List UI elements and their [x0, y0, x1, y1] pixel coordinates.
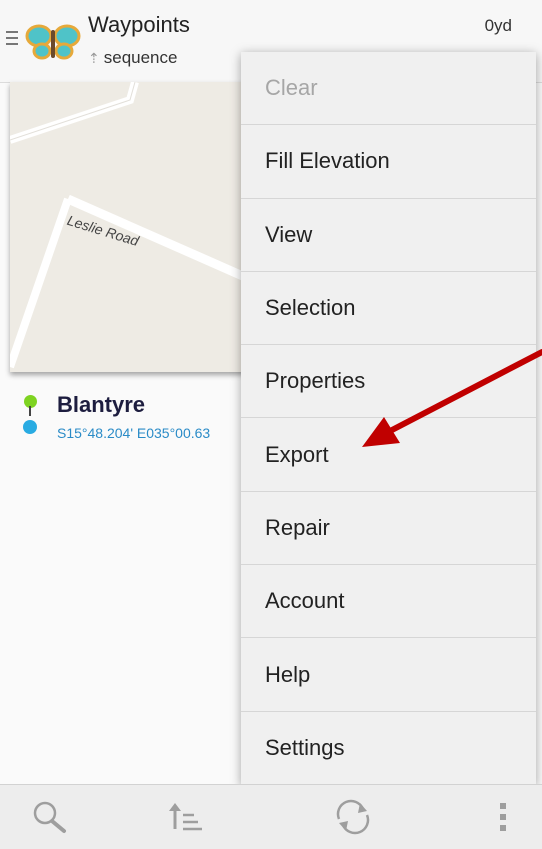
menu-item-help[interactable]: Help	[241, 638, 536, 712]
subtitle[interactable]: ⇡ sequence	[88, 48, 177, 68]
waypoint-name: Blantyre	[57, 392, 146, 417]
overflow-menu: Clear Fill Elevation View Selection Prop…	[241, 52, 536, 785]
subtitle-label: sequence	[103, 48, 178, 67]
menu-item-view[interactable]: View	[241, 199, 536, 272]
menu-item-account[interactable]: Account	[241, 565, 536, 639]
sequence-icon: ⇡	[88, 49, 100, 66]
sync-icon[interactable]	[333, 799, 373, 835]
page-title: Waypoints	[88, 12, 190, 37]
end-point-icon	[23, 420, 37, 434]
menu-item-fill-elevation[interactable]: Fill Elevation	[241, 125, 536, 199]
search-icon[interactable]	[30, 799, 74, 835]
menu-item-settings[interactable]: Settings	[241, 712, 536, 785]
menu-item-selection[interactable]: Selection	[241, 272, 536, 346]
sort-icon[interactable]	[166, 799, 206, 835]
waypoint-coordinates: S15°48.204' E035°00.63	[57, 425, 211, 441]
bottom-toolbar	[0, 784, 542, 849]
menu-item-repair[interactable]: Repair	[241, 492, 536, 566]
menu-item-properties[interactable]: Properties	[241, 345, 536, 419]
menu-icon[interactable]	[6, 31, 18, 45]
menu-item-clear: Clear	[241, 52, 536, 126]
distance-readout: 0yd	[484, 16, 512, 35]
butterfly-logo-icon[interactable]	[24, 22, 82, 62]
menu-item-export[interactable]: Export	[241, 418, 536, 492]
pin-stem	[29, 406, 31, 416]
map-preview[interactable]: Leslie Road	[10, 82, 245, 372]
map-roads	[10, 82, 245, 369]
overflow-icon[interactable]	[494, 799, 514, 835]
